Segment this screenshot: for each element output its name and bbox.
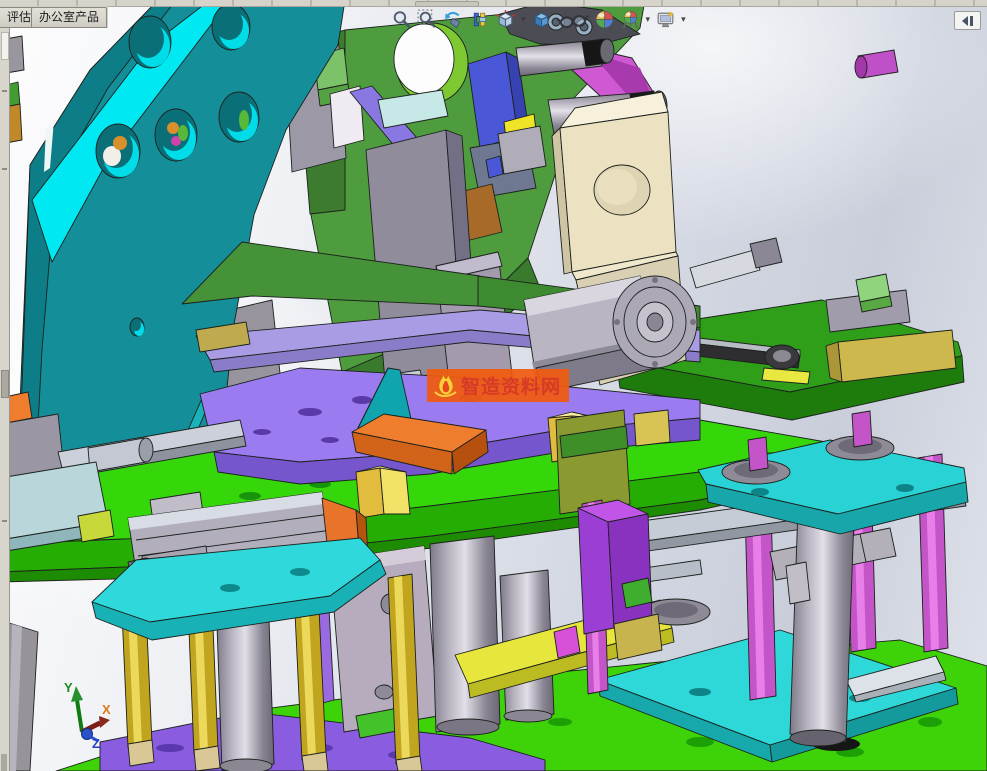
apply-scene-dropdown[interactable]: ▾ [646,9,651,30]
view-settings-dropdown[interactable]: ▾ [681,9,686,30]
display-style-icon[interactable] [531,9,552,30]
edit-appearance-icon[interactable] [594,9,615,30]
triad-y-label: Y [64,680,73,695]
tab-office-products[interactable]: 办公室产品 [31,7,107,28]
view-orientation-dropdown[interactable]: ▾ [521,9,526,30]
left-panel-tick [2,168,7,170]
zoom-to-area-icon[interactable] [417,9,438,30]
solidworks-window: 评估 办公室产品 ▾ [0,0,987,771]
left-panel-tick [2,520,7,522]
top-toolbar-strip [0,0,987,7]
heads-up-view-toolbar: ▾ ▾ ▾ [391,9,686,30]
toolbar-drag-handle[interactable] [415,1,479,7]
triad-x-label: X [102,702,111,717]
reference-triad: Y X Z [44,676,124,756]
zoom-to-fit-icon[interactable] [391,9,412,30]
left-panel-tick [2,90,7,92]
view-orientation-icon[interactable] [495,9,516,30]
watermark-logo-icon [431,372,461,400]
left-panel-scroll-bottom[interactable] [1,754,7,771]
hide-show-items-icon[interactable] [557,9,589,30]
triad-z-label: Z [92,736,100,751]
watermark-text: 智造资料网 [461,372,561,399]
left-panel-splitter-handle[interactable] [1,370,9,398]
commandmanager-tab-bar: 评估 办公室产品 [0,6,108,28]
previous-view-icon[interactable] [443,9,464,30]
watermark: 智造资料网 [427,369,569,402]
collapse-task-pane-icon [960,15,976,27]
apply-scene-icon[interactable] [620,9,641,30]
view-settings-icon[interactable] [655,9,676,30]
collapse-task-pane-button[interactable] [954,11,981,30]
section-view-icon[interactable] [469,9,490,30]
left-panel-scroll-top[interactable] [1,32,9,60]
left-panel-edge[interactable] [0,28,10,771]
